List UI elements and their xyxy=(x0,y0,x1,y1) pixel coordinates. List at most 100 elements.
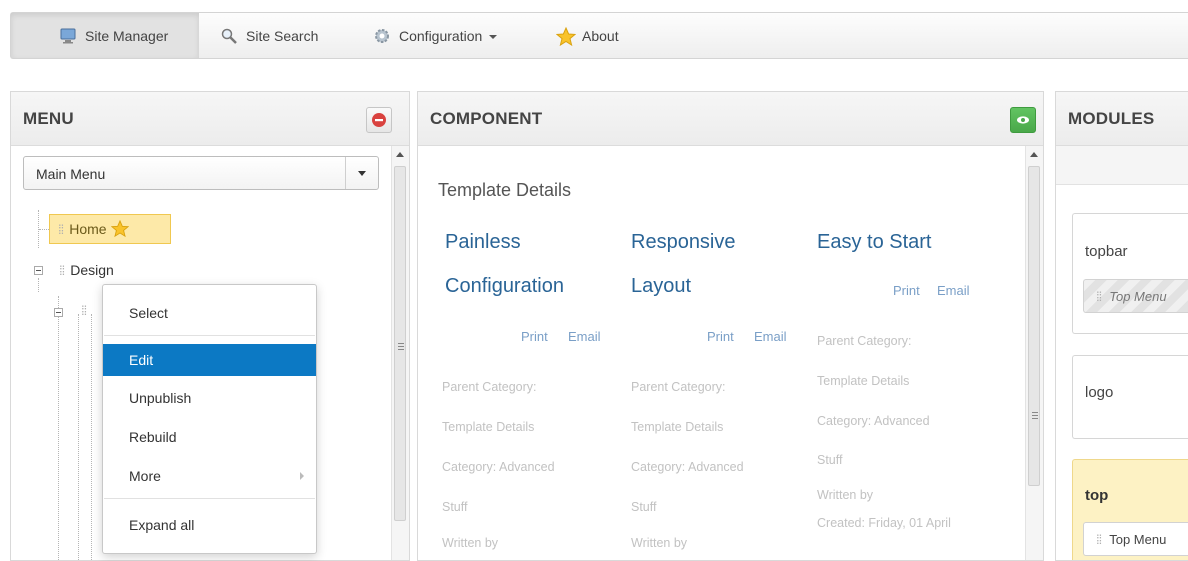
tree-guide xyxy=(39,229,49,230)
article-meta: Category: Advanced xyxy=(631,460,744,474)
drag-handle-icon: ⁞⁞ xyxy=(59,262,65,278)
article-meta: Category: Advanced xyxy=(442,460,555,474)
print-link[interactable]: Print xyxy=(707,329,734,344)
module-chip[interactable]: ⁞⁞ Top Menu xyxy=(1083,522,1188,556)
nav-about[interactable]: About xyxy=(555,13,619,58)
tree-guide xyxy=(78,314,79,560)
print-link[interactable]: Print xyxy=(893,283,920,298)
module-position-topbar[interactable]: topbar ⁞⁞ Top Menu xyxy=(1072,213,1188,334)
email-link[interactable]: Email xyxy=(568,329,601,344)
module-chip-label: Top Menu xyxy=(1109,288,1167,304)
article-meta: Written by xyxy=(442,536,499,550)
context-menu-item-more[interactable]: More xyxy=(103,460,316,492)
module-position-name: topbar xyxy=(1085,243,1128,260)
modules-toolbar xyxy=(1056,146,1188,185)
collapse-toggle-icon[interactable] xyxy=(54,308,63,317)
menu-item-label: More xyxy=(129,468,161,484)
chevron-right-icon xyxy=(300,472,304,480)
scroll-up-icon[interactable] xyxy=(396,152,404,157)
drag-handle-icon: ⁞⁞ xyxy=(1096,531,1102,547)
remove-button[interactable] xyxy=(366,107,392,133)
nav-site-manager[interactable]: Site Manager xyxy=(11,13,199,58)
article-meta: Template Details xyxy=(442,420,535,434)
context-menu-item-edit[interactable]: Edit xyxy=(103,344,316,376)
monitor-icon xyxy=(59,27,77,45)
menu-select-value: Main Menu xyxy=(36,166,106,182)
component-heading: Template Details xyxy=(438,180,572,200)
panel-title: MODULES xyxy=(1068,109,1155,128)
article-title[interactable]: Layout xyxy=(631,264,691,308)
context-menu-item-unpublish[interactable]: Unpublish xyxy=(103,382,316,414)
preview-button[interactable] xyxy=(1010,107,1036,133)
tree-guide xyxy=(38,278,39,292)
tree-node-design[interactable]: ⁞⁞ Design xyxy=(59,262,114,278)
nav-label: About xyxy=(582,27,619,44)
modules-panel-header: MODULES xyxy=(1056,92,1188,146)
article-meta: Template Details xyxy=(631,420,724,434)
context-menu-item-rebuild[interactable]: Rebuild xyxy=(103,421,316,453)
article-title[interactable]: Responsive xyxy=(631,220,736,264)
email-link[interactable]: Email xyxy=(937,283,970,298)
context-menu: Select Edit Unpublish Rebuild More Expan… xyxy=(102,284,317,554)
menu-divider xyxy=(104,335,315,336)
article-title[interactable]: Easy to Start xyxy=(817,220,932,264)
component-panel-header: COMPONENT xyxy=(418,92,1043,146)
tree-guide xyxy=(91,314,92,560)
drag-handle-icon: ⁞⁞ xyxy=(1096,288,1102,304)
menu-scrollbar[interactable] xyxy=(391,146,409,560)
article-meta: Template Details xyxy=(817,374,910,388)
nav-configuration[interactable]: Configuration xyxy=(373,13,498,58)
tree-node-label: Design xyxy=(70,262,114,278)
collapse-toggle-icon[interactable] xyxy=(34,266,43,275)
module-chip[interactable]: ⁞⁞ Top Menu xyxy=(1083,279,1188,313)
scroll-thumb[interactable] xyxy=(1028,166,1040,486)
article-meta: Parent Category: xyxy=(817,334,912,348)
drag-handle-icon: ⁞⁞ xyxy=(58,221,64,237)
email-link[interactable]: Email xyxy=(754,329,787,344)
article-meta: Stuff xyxy=(442,500,468,514)
menu-panel-header: MENU xyxy=(11,92,409,146)
gear-icon xyxy=(373,27,391,45)
nav-site-search[interactable]: Site Search xyxy=(220,13,318,58)
star-icon xyxy=(555,26,577,46)
top-navbar: Site Manager Site Search Configuration A… xyxy=(10,12,1188,59)
context-menu-item-expand-all[interactable]: Expand all xyxy=(103,509,316,541)
module-position-top[interactable]: top ⁞⁞ Top Menu xyxy=(1072,459,1188,560)
minus-circle-icon xyxy=(372,113,386,127)
menu-item-label: Rebuild xyxy=(129,429,177,445)
module-position-name: top xyxy=(1085,487,1109,504)
print-link[interactable]: Print xyxy=(521,329,548,344)
tree-node-home[interactable]: ⁞⁞ Home xyxy=(49,214,171,244)
menu-divider xyxy=(104,498,315,499)
scroll-thumb[interactable] xyxy=(394,166,406,521)
default-star-icon xyxy=(110,220,129,238)
eye-icon xyxy=(1017,116,1029,124)
context-menu-item-select[interactable]: Select xyxy=(103,297,316,329)
article-meta: Written by xyxy=(817,488,874,502)
component-panel: COMPONENT Template Details Painless Conf… xyxy=(417,91,1044,561)
nav-label: Site Manager xyxy=(85,27,169,44)
nav-label: Configuration xyxy=(399,27,483,44)
article-title[interactable]: Painless xyxy=(445,220,521,264)
chevron-down-icon xyxy=(489,34,498,39)
menu-item-label: Unpublish xyxy=(129,390,192,406)
panel-title: COMPONENT xyxy=(430,109,543,128)
article-meta: Category: Advanced xyxy=(817,414,930,428)
modules-panel: MODULES topbar ⁞⁞ Top Menu logo top ⁞⁞ T… xyxy=(1055,91,1188,561)
grip-icon xyxy=(398,343,404,350)
menu-select[interactable]: Main Menu xyxy=(23,156,379,190)
module-position-logo[interactable]: logo xyxy=(1072,355,1188,439)
scroll-up-icon[interactable] xyxy=(1030,152,1038,157)
article-title[interactable]: Configuration xyxy=(445,264,564,308)
article-meta: Parent Category: xyxy=(631,380,726,394)
menu-item-label: Select xyxy=(129,305,168,321)
grip-icon xyxy=(1032,412,1038,419)
nav-label: Site Search xyxy=(246,27,319,44)
component-scrollbar[interactable] xyxy=(1025,146,1043,560)
article-meta: Parent Category: xyxy=(442,380,537,394)
panel-title: MENU xyxy=(23,109,74,128)
article-meta: Stuff xyxy=(631,500,657,514)
menu-item-label: Edit xyxy=(129,352,154,368)
module-chip-label: Top Menu xyxy=(1109,531,1167,547)
magnifier-icon xyxy=(220,27,238,45)
